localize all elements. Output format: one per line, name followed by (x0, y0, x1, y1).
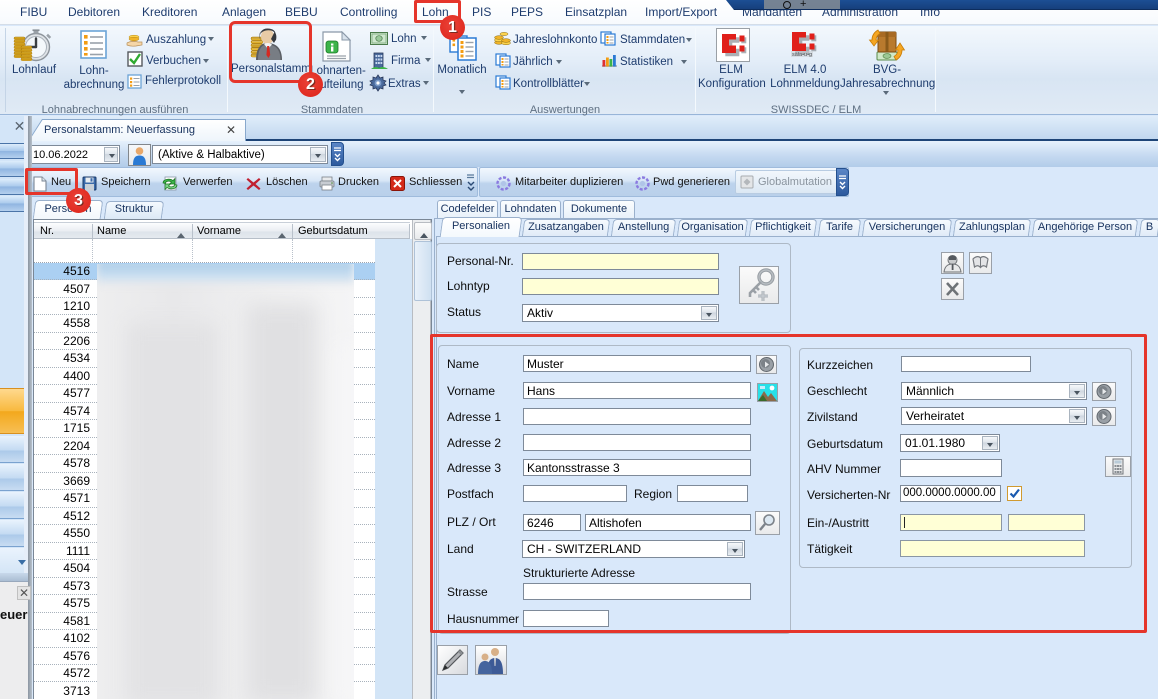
svg-text:säla•u•g: säla•u•g (792, 52, 812, 58)
